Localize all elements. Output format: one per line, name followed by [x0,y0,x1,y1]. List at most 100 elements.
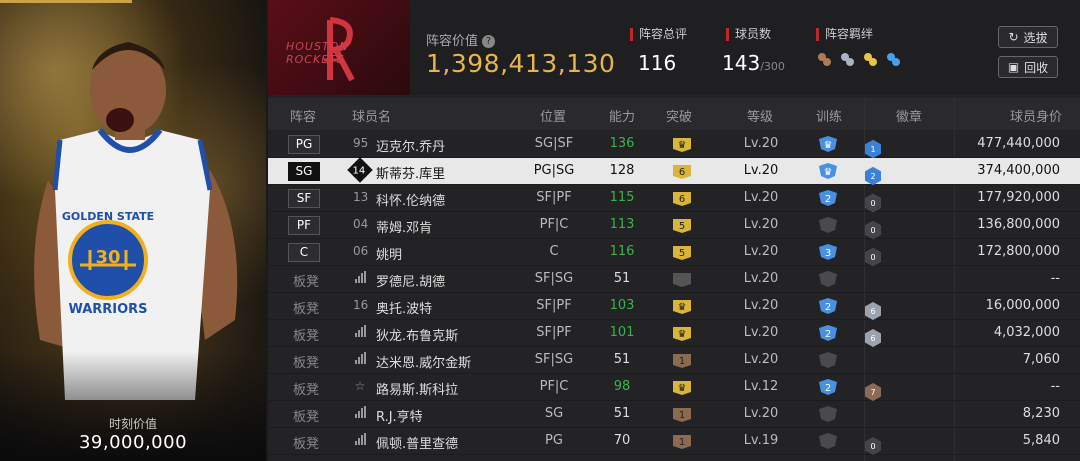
player-name[interactable]: 罗德尼.胡德 [376,271,445,290]
player-position: SG [544,406,564,421]
table-row[interactable]: 板凳 ☆ 路易斯.斯科拉 PF|C 98 ♛ Lv.12 2 7 -- [268,374,1080,401]
table-row[interactable]: 板凳 罗德尼.胡德 SF|SG 51 Lv.20 -- [268,266,1080,293]
col-name[interactable]: 球员名 [352,106,391,125]
badge-icon: 2 [865,167,881,185]
training-icon[interactable]: ♛ [818,135,838,153]
player-level: Lv.12 [743,379,779,394]
col-salary[interactable]: 球员身价 [1010,106,1062,125]
table-row[interactable]: 板凳 佩顿.普里查德 PG 70 1 Lv.19 0 5,840 [268,428,1080,455]
bond-icons[interactable] [816,51,902,68]
star-icon: ☆ [354,379,366,393]
breakthrough-icon [671,270,693,288]
player-name[interactable]: 狄龙.布鲁克斯 [376,325,458,344]
training-icon[interactable] [818,270,838,288]
col-breakthrough[interactable]: 突破 [666,106,692,125]
table-row[interactable]: PF04蒂姆.邓肯PF|C1135Lv.202611400136,800,000 [268,212,1080,239]
player-card[interactable]: 30 GOLDEN STATE WARRIORS 时刻价值 39,000,000 [0,0,266,461]
player-name[interactable]: 达米恩.威尔金斯 [376,352,471,371]
player-name[interactable]: R.J.亨特 [376,406,423,425]
stat-player-count: 球员数 143/300 [722,28,785,76]
training-icon[interactable]: 2 [818,378,838,396]
bond-bronze-icon[interactable] [816,51,833,68]
player-name[interactable]: 路易斯.斯科拉 [376,379,458,398]
bond-blue-icon[interactable] [885,51,902,68]
training-icon[interactable] [818,216,838,234]
svg-text:5: 5 [679,221,685,232]
player-position: SF|SG [534,352,574,367]
player-salary: -- [1050,379,1060,394]
player-level: Lv.20 [743,217,779,232]
svg-text:♛: ♛ [824,140,833,151]
player-ability: 98 [613,379,631,394]
recycle-button[interactable]: ▣ 回收 [998,56,1058,78]
table-row[interactable]: SG14斯蒂芬.库里PG|SG1286Lv.20♛1129622374,400,… [268,157,1080,185]
table-row[interactable]: PG95迈克尔.乔丹SG|SF136♛Lv.20♛2361041477,440,… [268,131,1080,158]
player-position: SF|PF [536,190,572,205]
jersey-number: 14 [347,157,373,183]
training-icon[interactable]: 3 [818,243,838,261]
table-row[interactable]: C06姚明C1165Lv.2032010400172,800,000 [268,239,1080,266]
player-salary: 172,800,000 [977,244,1060,259]
table-row[interactable]: SF13科怀.伦纳德SF|PF1156Lv.2022417310177,920,… [268,185,1080,212]
col-position[interactable]: 位置 [540,106,566,125]
col-badges[interactable]: 徽章 [896,106,922,125]
training-icon[interactable]: ♛ [818,162,838,180]
breakthrough-icon: 1 [671,351,693,369]
lineup-slot-tag[interactable]: SF [288,189,320,208]
breakthrough-icon: ♛ [671,135,693,153]
jersey-number: 16 [353,298,369,312]
player-level: Lv.20 [743,406,779,421]
player-ability: 51 [613,271,631,286]
player-name[interactable]: 姚明 [376,244,402,263]
table-row[interactable]: 板凳16奥托.波特SF|PF103♛Lv.20217616,000,000 [268,293,1080,320]
player-name[interactable]: 科怀.伦纳德 [376,190,445,209]
bond-silver-icon[interactable] [839,51,856,68]
help-icon[interactable]: ? [482,35,496,48]
svg-text:5: 5 [679,248,685,259]
lineup-slot-tag[interactable]: SG [288,162,320,181]
player-salary: 5,840 [1022,433,1060,448]
player-level: Lv.20 [743,190,779,205]
table-row[interactable]: 板凳 R.J.亨特 SG 51 1 Lv.20 8,230 [268,401,1080,428]
table-row[interactable]: 板凳 达米恩.威尔金斯 SF|SG 51 1 Lv.20 7,060 [268,347,1080,374]
training-icon[interactable]: 2 [818,297,838,315]
training-icon[interactable]: 2 [818,324,838,342]
player-position: SG|SF [534,136,574,151]
training-icon[interactable] [818,432,838,450]
jersey-name: WARRIORS [68,302,147,317]
player-salary: 8,230 [1022,406,1060,421]
team-logo-text: HOUSTON ROCKETS [286,40,349,66]
col-training[interactable]: 训练 [816,106,842,125]
stat-player-count-value: 143/300 [722,51,785,75]
player-name[interactable]: 迈克尔.乔丹 [376,136,445,155]
col-level[interactable]: 等级 [747,106,773,125]
bond-gold-icon[interactable] [862,51,879,68]
svg-text:2: 2 [825,383,831,394]
player-ability: 128 [609,163,635,178]
player-salary: 4,032,000 [993,325,1060,340]
bench-label: 板凳 [293,356,320,371]
col-lineup[interactable]: 阵容 [290,106,316,125]
stat-player-count-label: 球员数 [726,28,785,41]
lineup-slot-tag[interactable]: C [288,243,320,262]
player-name[interactable]: 蒂姆.邓肯 [376,217,432,236]
lineup-slot-tag[interactable]: PG [288,135,320,154]
player-name[interactable]: 奥托.波特 [376,298,432,317]
jersey-number: 06 [353,244,369,258]
bench-label: 板凳 [293,437,320,452]
player-name[interactable]: 斯蒂芬.库里 [376,163,445,182]
training-icon[interactable] [818,351,838,369]
select-button[interactable]: ↻ 选拔 [998,26,1058,48]
player-name[interactable]: 佩顿.普里查德 [376,433,458,452]
training-icon[interactable]: 2 [818,189,838,207]
lineup-slot-tag[interactable]: PF [288,216,320,235]
svg-text:2: 2 [825,194,831,205]
player-level: Lv.20 [743,244,779,259]
player-ability: 115 [609,190,635,205]
col-ability[interactable]: 能力 [609,106,635,125]
table-row[interactable]: 板凳狄龙.布鲁克斯SF|PF101♛Lv.202164,032,000 [268,320,1080,347]
svg-text:♛: ♛ [678,302,687,313]
breakthrough-icon: 1 [671,432,693,450]
svg-text:6: 6 [679,194,685,205]
training-icon[interactable] [818,405,838,423]
